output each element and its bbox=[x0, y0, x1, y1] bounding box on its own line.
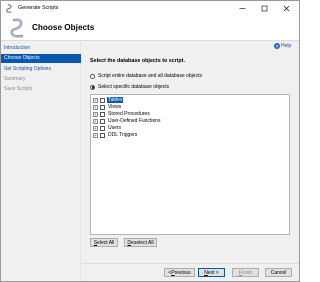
previous-label: revious bbox=[174, 269, 191, 276]
minimize-button[interactable] bbox=[231, 1, 253, 16]
tree-item-ddl-triggers[interactable]: + DDL Triggers bbox=[93, 132, 138, 138]
next-button[interactable]: Next > bbox=[198, 268, 225, 277]
tree-item-label: DDL Triggers bbox=[108, 132, 138, 138]
previous-button[interactable]: < Previous bbox=[164, 268, 195, 277]
checkbox-tables[interactable] bbox=[100, 97, 105, 103]
expand-icon[interactable]: + bbox=[93, 104, 98, 110]
maximize-button[interactable] bbox=[253, 1, 275, 16]
tree-item-views[interactable]: + Views bbox=[93, 104, 122, 110]
tree-item-user-defined-functions[interactable]: + User-Defined Functions bbox=[93, 118, 162, 124]
tree-item-label: User-Defined Functions bbox=[108, 118, 161, 124]
tree-item-label: Views bbox=[108, 104, 122, 110]
tree-item-label: Users bbox=[108, 125, 122, 131]
instruction-text: Select the database objects to script. bbox=[90, 58, 185, 64]
select-all-button[interactable]: Select All bbox=[90, 238, 118, 247]
option-specific-objects-label: Select specific database objects bbox=[98, 84, 170, 90]
deselect-all-label: eselect All bbox=[131, 239, 154, 246]
help-label: Help bbox=[281, 43, 292, 49]
page-title: Choose Objects bbox=[32, 23, 95, 32]
radio-specific-objects[interactable] bbox=[90, 84, 95, 90]
select-all-label: elect All bbox=[97, 239, 115, 246]
checkbox-stored-procedures[interactable] bbox=[100, 111, 105, 117]
sidebar-item-introduction[interactable]: Introduction bbox=[1, 44, 81, 53]
generate-scripts-window: Generate Scripts Choose Objects Introduc… bbox=[0, 0, 300, 282]
sidebar-item-set-scripting-options[interactable]: Set Scripting Options bbox=[1, 65, 81, 74]
deselect-all-button[interactable]: Deselect All bbox=[124, 238, 157, 247]
page-header: Choose Objects bbox=[1, 16, 299, 41]
sidebar-item-summary: Summary bbox=[4, 76, 26, 82]
checkbox-users[interactable] bbox=[100, 125, 105, 131]
checkbox-user-defined-functions[interactable] bbox=[100, 118, 105, 124]
option-entire-database[interactable]: Script entire database and all database … bbox=[90, 73, 202, 79]
checkbox-ddl-triggers[interactable] bbox=[100, 132, 105, 138]
window-title: Generate Scripts bbox=[18, 5, 59, 11]
tree-item-label: Stored Procedures bbox=[108, 111, 150, 117]
sidebar-item-save-scripts: Save Scripts bbox=[4, 86, 33, 92]
expand-icon[interactable]: + bbox=[93, 132, 98, 138]
close-icon bbox=[283, 5, 289, 12]
help-link[interactable]: ? Help bbox=[274, 43, 291, 49]
expand-icon[interactable]: + bbox=[93, 111, 98, 117]
close-button[interactable] bbox=[275, 1, 297, 16]
script-scroll-icon bbox=[10, 18, 24, 38]
maximize-icon bbox=[261, 5, 267, 12]
minimize-icon bbox=[239, 8, 245, 9]
script-wizard-icon bbox=[6, 4, 12, 13]
option-entire-database-label: Script entire database and all database … bbox=[98, 73, 202, 79]
wizard-content: ? Help Select the database objects to sc… bbox=[82, 42, 299, 281]
tree-item-users[interactable]: + Users bbox=[93, 125, 122, 131]
option-specific-objects[interactable]: Select specific database objects bbox=[90, 84, 169, 90]
next-label: ext > bbox=[207, 269, 219, 276]
wizard-footer: < Previous Next > Finish Cancel bbox=[82, 263, 299, 281]
radio-entire-database[interactable] bbox=[90, 73, 95, 79]
checkbox-views[interactable] bbox=[100, 104, 105, 110]
title-bar: Generate Scripts bbox=[1, 1, 299, 16]
expand-icon[interactable]: + bbox=[93, 97, 98, 103]
tree-item-stored-procedures[interactable]: + Stored Procedures bbox=[93, 111, 151, 117]
help-icon: ? bbox=[274, 43, 280, 49]
tree-item-tables[interactable]: + Tables bbox=[93, 97, 124, 103]
sidebar-item-choose-objects[interactable]: Choose Objects bbox=[1, 54, 81, 63]
expand-icon[interactable]: + bbox=[93, 118, 98, 124]
wizard-sidebar: Introduction Choose Objects Set Scriptin… bbox=[1, 42, 81, 281]
finish-button: Finish bbox=[232, 268, 259, 277]
tree-item-label: Tables bbox=[107, 97, 124, 103]
cancel-button[interactable]: Cancel bbox=[265, 268, 292, 277]
object-tree[interactable]: + Tables + Views + Stored Procedures + U… bbox=[90, 94, 290, 235]
finish-label: inish bbox=[241, 269, 253, 276]
expand-icon[interactable]: + bbox=[93, 125, 98, 131]
